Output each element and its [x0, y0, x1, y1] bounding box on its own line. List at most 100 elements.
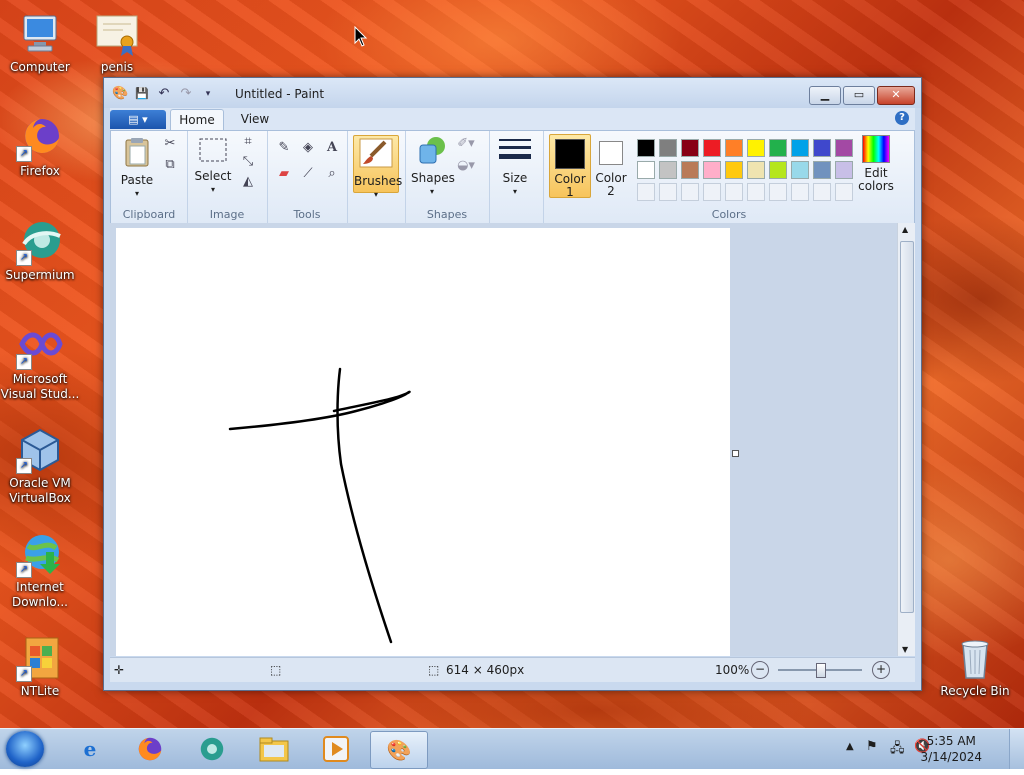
maximize-button[interactable]: ▭	[843, 86, 875, 105]
paste-button[interactable]: Paste ▾	[117, 137, 157, 200]
rotate-icon[interactable]: ◭	[239, 173, 257, 191]
taskbar-firefox-icon[interactable]	[124, 731, 176, 767]
palette-swatch[interactable]	[791, 161, 809, 179]
size-button[interactable]: Size ▾	[495, 137, 535, 198]
desktop-icon-label: Computer	[10, 60, 70, 74]
fill-icon[interactable]: ◒▾	[457, 157, 475, 175]
palette-swatch[interactable]	[813, 161, 831, 179]
show-hidden-icons[interactable]: ▲	[846, 741, 854, 752]
zoom-out-button[interactable]: −	[751, 661, 769, 679]
fill-bucket-icon[interactable]: ◈	[299, 139, 317, 157]
palette-swatch-empty[interactable]	[769, 183, 787, 201]
vertical-scrollbar[interactable]: ▲ ▼	[897, 223, 915, 656]
crop-icon[interactable]: ⌗	[239, 133, 257, 151]
taskbar-internet-explorer-icon[interactable]: e	[64, 731, 116, 767]
palette-swatch[interactable]	[703, 139, 721, 157]
zoom-slider-thumb[interactable]	[816, 663, 826, 678]
palette-swatch[interactable]	[703, 161, 721, 179]
redo-icon[interactable]: ↷	[178, 86, 194, 102]
start-button[interactable]	[6, 731, 44, 767]
selection-size-icon: ⬚	[270, 663, 282, 677]
outline-icon[interactable]: ✐▾	[457, 135, 475, 153]
palette-swatch[interactable]	[791, 139, 809, 157]
action-center-flag-icon[interactable]: ⚑	[866, 739, 878, 754]
paint-app-icon[interactable]: 🎨	[112, 86, 128, 102]
desktop-icon-supermium[interactable]: ↗ Supermium	[0, 218, 80, 283]
palette-swatch[interactable]	[769, 161, 787, 179]
taskbar-supermium-icon[interactable]	[186, 731, 238, 767]
color2-label: Color 2	[595, 171, 627, 198]
brushes-button[interactable]: Brushes ▾	[353, 135, 402, 199]
zoom-in-button[interactable]: +	[872, 661, 890, 679]
color-picker-icon[interactable]: ⟋	[299, 165, 317, 183]
taskbar-paint-icon[interactable]: 🎨	[370, 731, 428, 769]
palette-swatch[interactable]	[659, 139, 677, 157]
palette-swatch-empty[interactable]	[813, 183, 831, 201]
undo-icon[interactable]: ↶	[156, 86, 172, 102]
tab-home[interactable]: Home	[170, 109, 224, 131]
palette-swatch[interactable]	[747, 161, 765, 179]
palette-swatch-empty[interactable]	[681, 183, 699, 201]
palette-swatch[interactable]	[813, 139, 831, 157]
taskbar-file-explorer-icon[interactable]	[248, 731, 300, 767]
close-button[interactable]: ✕	[877, 86, 915, 105]
scroll-down-icon[interactable]: ▼	[902, 645, 908, 654]
canvas-resize-handle[interactable]	[732, 450, 739, 457]
palette-swatch-empty[interactable]	[659, 183, 677, 201]
palette-swatch[interactable]	[637, 161, 655, 179]
network-icon[interactable]: 🖧	[890, 739, 905, 761]
paint-window: 🎨 💾 ↶ ↷ ▾ Untitled - Paint ▁ ▭ ✕ ▤ ▾ Hom…	[103, 77, 922, 691]
scroll-up-icon[interactable]: ▲	[902, 225, 908, 234]
cut-icon[interactable]: ✂	[161, 135, 179, 153]
palette-swatch[interactable]	[637, 139, 655, 157]
copy-icon[interactable]: ⧉	[161, 156, 179, 174]
title-bar[interactable]: 🎨 💾 ↶ ↷ ▾ Untitled - Paint ▁ ▭ ✕	[104, 78, 921, 108]
palette-swatch-empty[interactable]	[637, 183, 655, 201]
desktop-icon-visual-studio[interactable]: ↗ Microsoft Visual Stud...	[0, 322, 80, 402]
pencil-icon[interactable]: ✎	[275, 139, 293, 157]
ntlite-icon: ↗	[16, 634, 64, 682]
desktop-icon-virtualbox[interactable]: ↗ Oracle VM VirtualBox	[0, 426, 80, 506]
desktop-icon-ntlite[interactable]: ↗ NTLite	[0, 634, 80, 699]
desktop-icon-recycle-bin[interactable]: Recycle Bin	[935, 634, 1015, 699]
drawing-canvas[interactable]	[116, 228, 730, 656]
palette-swatch[interactable]	[659, 161, 677, 179]
minimize-button[interactable]: ▁	[809, 86, 841, 105]
customize-toolbar-icon[interactable]: ▾	[200, 86, 216, 102]
paint-menu-button[interactable]: ▤ ▾	[110, 110, 166, 129]
palette-swatch-empty[interactable]	[791, 183, 809, 201]
canvas-area: ▲ ▼	[110, 223, 915, 656]
zoom-slider[interactable]	[778, 663, 862, 678]
text-tool-icon[interactable]: A	[323, 139, 341, 157]
desktop-icon-firefox[interactable]: ↗ Firefox	[0, 114, 80, 179]
palette-swatch-empty[interactable]	[703, 183, 721, 201]
palette-swatch-empty[interactable]	[725, 183, 743, 201]
select-button[interactable]: Select ▾	[193, 137, 233, 196]
edit-colors-button[interactable]: Edit colors	[851, 135, 901, 193]
shapes-button[interactable]: Shapes ▾	[411, 135, 455, 198]
resize-icon[interactable]: ⤡	[239, 153, 257, 171]
color2-button[interactable]: Color 2	[591, 134, 631, 198]
eraser-icon[interactable]: ▰	[275, 165, 293, 183]
palette-swatch[interactable]	[725, 139, 743, 157]
desktop-icon-internet-download-manager[interactable]: ↗ Internet Downlo...	[0, 530, 80, 610]
taskbar-media-player-icon[interactable]	[310, 731, 362, 767]
tab-view[interactable]: View	[230, 109, 280, 130]
desktop-icon-label: NTLite	[20, 684, 60, 698]
palette-swatch[interactable]	[681, 139, 699, 157]
palette-swatch[interactable]	[747, 139, 765, 157]
magnifier-icon[interactable]: ⌕	[323, 165, 341, 183]
image-size-text: 614 × 460px	[446, 663, 525, 677]
clock[interactable]: 5:35 AM 3/14/2024	[920, 733, 982, 765]
color1-button[interactable]: Color 1	[549, 134, 591, 199]
palette-swatch[interactable]	[769, 139, 787, 157]
save-icon[interactable]: 💾	[134, 86, 150, 102]
help-icon[interactable]: ?	[895, 111, 909, 125]
palette-swatch[interactable]	[681, 161, 699, 179]
palette-swatch[interactable]	[725, 161, 743, 179]
desktop-icon-computer[interactable]: Computer	[0, 10, 80, 75]
palette-swatch-empty[interactable]	[747, 183, 765, 201]
show-desktop-button[interactable]	[1009, 729, 1024, 769]
scrollbar-thumb[interactable]	[900, 241, 914, 613]
desktop-icon-penis[interactable]: penis	[77, 10, 157, 75]
